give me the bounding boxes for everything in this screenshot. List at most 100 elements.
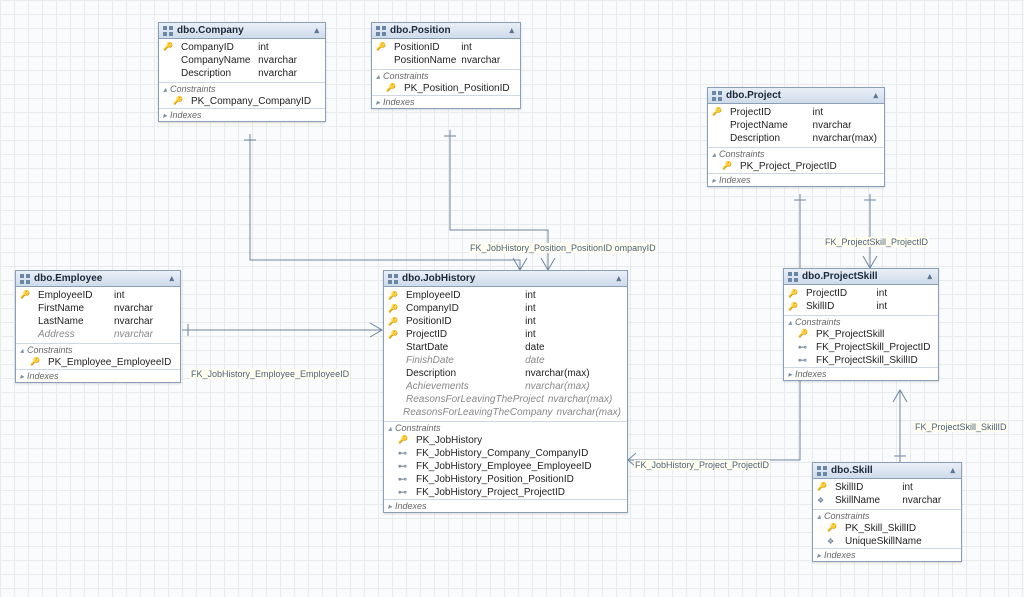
pk-icon: [30, 358, 44, 368]
entity-jobhistory[interactable]: dbo.JobHistory ▴ EmployeeIDint CompanyID…: [383, 270, 628, 513]
entity-employee[interactable]: dbo.Employee ▴ EmployeeIDint FirstNamenv…: [15, 270, 181, 383]
collapse-icon[interactable]: ▴: [927, 271, 932, 282]
column-row[interactable]: FinishDatedate: [384, 354, 627, 367]
table-icon: [20, 274, 30, 284]
column-row[interactable]: CompanyNamenvarchar: [159, 54, 325, 67]
entity-title[interactable]: dbo.Project ▴: [708, 88, 884, 104]
collapse-icon[interactable]: ▴: [873, 90, 878, 101]
indexes-header[interactable]: Indexes: [16, 369, 180, 382]
rel-label-jh-position-company: FK_JobHistory_Position_PositionID ompany…: [469, 243, 657, 253]
constraints-header[interactable]: Constraints: [159, 82, 325, 95]
entity-title-text: dbo.ProjectSkill: [802, 271, 878, 282]
indexes-header[interactable]: Indexes: [708, 173, 884, 186]
constraints-header[interactable]: Constraints: [372, 69, 520, 82]
indexes-header[interactable]: Indexes: [813, 548, 961, 561]
constraints-header[interactable]: Constraints: [784, 315, 938, 328]
collapse-icon[interactable]: ▴: [616, 273, 621, 284]
entity-position[interactable]: dbo.Position ▴ PositionIDint PositionNam…: [371, 22, 521, 109]
entity-title[interactable]: dbo.Skill ▴: [813, 463, 961, 479]
column-row[interactable]: SkillNamenvarchar: [813, 494, 961, 507]
constraint-row[interactable]: PK_JobHistory: [384, 434, 627, 447]
entity-projectskill[interactable]: dbo.ProjectSkill ▴ ProjectIDint SkillIDi…: [783, 268, 939, 381]
rel-label-jh-project: FK_JobHistory_Project_ProjectID: [634, 460, 770, 470]
constraint-row[interactable]: FK_ProjectSkill_SkillID: [784, 354, 938, 367]
column-row[interactable]: Descriptionnvarchar(max): [384, 367, 627, 380]
column-row[interactable]: EmployeeIDint: [16, 289, 180, 302]
table-icon: [163, 26, 173, 36]
entity-title-text: dbo.Position: [390, 25, 451, 36]
constraint-row[interactable]: PK_ProjectSkill: [784, 328, 938, 341]
column-row[interactable]: PositionIDint: [372, 41, 520, 54]
column-row[interactable]: SkillIDint: [784, 300, 938, 313]
column-row[interactable]: ProjectIDint: [784, 287, 938, 300]
constraint-row[interactable]: UniqueSkillName: [813, 535, 961, 548]
collapse-icon[interactable]: ▴: [950, 465, 955, 476]
collapse-icon[interactable]: ▴: [509, 25, 514, 36]
constraint-row[interactable]: FK_JobHistory_Position_PositionID: [384, 473, 627, 486]
constraints-header[interactable]: Constraints: [384, 421, 627, 434]
column-row[interactable]: CompanyIDint: [384, 302, 627, 315]
indexes-header[interactable]: Indexes: [384, 499, 627, 512]
table-icon: [712, 91, 722, 101]
constraint-row[interactable]: FK_JobHistory_Employee_EmployeeID: [384, 460, 627, 473]
column-row[interactable]: Descriptionnvarchar(max): [708, 132, 884, 145]
column-row[interactable]: Descriptionnvarchar: [159, 67, 325, 80]
constraints-header[interactable]: Constraints: [16, 343, 180, 356]
column-row[interactable]: ProjectIDint: [708, 106, 884, 119]
column-row[interactable]: ReasonsForLeavingTheCompanynvarchar(max): [384, 406, 627, 419]
indexes-header[interactable]: Indexes: [784, 367, 938, 380]
entity-title[interactable]: dbo.Employee ▴: [16, 271, 180, 287]
columns-section: ProjectIDint SkillIDint: [784, 285, 938, 315]
constraint-row[interactable]: FK_JobHistory_Company_CompanyID: [384, 447, 627, 460]
blank-icon: [163, 56, 177, 66]
columns-section: CompanyIDint CompanyNamenvarchar Descrip…: [159, 39, 325, 82]
fk-icon: [398, 462, 412, 472]
constraint-row[interactable]: FK_ProjectSkill_ProjectID: [784, 341, 938, 354]
column-row[interactable]: CompanyIDint: [159, 41, 325, 54]
entity-project[interactable]: dbo.Project ▴ ProjectIDint ProjectNamenv…: [707, 87, 885, 187]
entity-title[interactable]: dbo.Company ▴: [159, 23, 325, 39]
entity-company[interactable]: dbo.Company ▴ CompanyIDint CompanyNamenv…: [158, 22, 326, 122]
column-row[interactable]: PositionNamenvarchar: [372, 54, 520, 67]
columns-section: EmployeeIDint CompanyIDint PositionIDint…: [384, 287, 627, 421]
constraint-row[interactable]: PK_Company_CompanyID: [159, 95, 325, 108]
constraint-row[interactable]: PK_Project_ProjectID: [708, 160, 884, 173]
column-row[interactable]: LastNamenvarchar: [16, 315, 180, 328]
rel-label-ps-skill: FK_ProjectSkill_SkillID: [914, 422, 1008, 432]
entity-title[interactable]: dbo.ProjectSkill ▴: [784, 269, 938, 285]
entity-title-text: dbo.Employee: [34, 273, 102, 284]
constraints-header[interactable]: Constraints: [813, 509, 961, 522]
blank-icon: [712, 121, 726, 131]
column-row[interactable]: PositionIDint: [384, 315, 627, 328]
indexes-header[interactable]: Indexes: [372, 95, 520, 108]
entity-title-text: dbo.Skill: [831, 465, 873, 476]
column-row[interactable]: SkillIDint: [813, 481, 961, 494]
constraint-row[interactable]: PK_Skill_SkillID: [813, 522, 961, 535]
column-row[interactable]: ProjectNamenvarchar: [708, 119, 884, 132]
pk-fk-icon: [388, 317, 402, 327]
constraints-header[interactable]: Constraints: [708, 147, 884, 160]
column-row[interactable]: StartDatedate: [384, 341, 627, 354]
entity-title[interactable]: dbo.JobHistory ▴: [384, 271, 627, 287]
constraint-row[interactable]: PK_Position_PositionID: [372, 82, 520, 95]
column-row[interactable]: ProjectIDint: [384, 328, 627, 341]
pk-icon: [712, 108, 726, 118]
column-row[interactable]: ReasonsForLeavingTheProjectnvarchar(max): [384, 393, 627, 406]
entity-title-text: dbo.Project: [726, 90, 781, 101]
indexes-header[interactable]: Indexes: [159, 108, 325, 121]
column-row[interactable]: Addressnvarchar: [16, 328, 180, 341]
entity-skill[interactable]: dbo.Skill ▴ SkillIDint SkillNamenvarchar…: [812, 462, 962, 562]
constraint-row[interactable]: FK_JobHistory_Project_ProjectID: [384, 486, 627, 499]
entity-title-text: dbo.Company: [177, 25, 244, 36]
collapse-icon[interactable]: ▴: [314, 25, 319, 36]
constraint-row[interactable]: PK_Employee_EmployeeID: [16, 356, 180, 369]
collapse-icon[interactable]: ▴: [169, 273, 174, 284]
rel-label-ps-project: FK_ProjectSkill_ProjectID: [824, 237, 929, 247]
blank-icon: [376, 56, 390, 66]
column-row[interactable]: EmployeeIDint: [384, 289, 627, 302]
blank-icon: [20, 304, 34, 314]
blank-icon: [163, 69, 177, 79]
entity-title[interactable]: dbo.Position ▴: [372, 23, 520, 39]
column-row[interactable]: FirstNamenvarchar: [16, 302, 180, 315]
column-row[interactable]: Achievementsnvarchar(max): [384, 380, 627, 393]
